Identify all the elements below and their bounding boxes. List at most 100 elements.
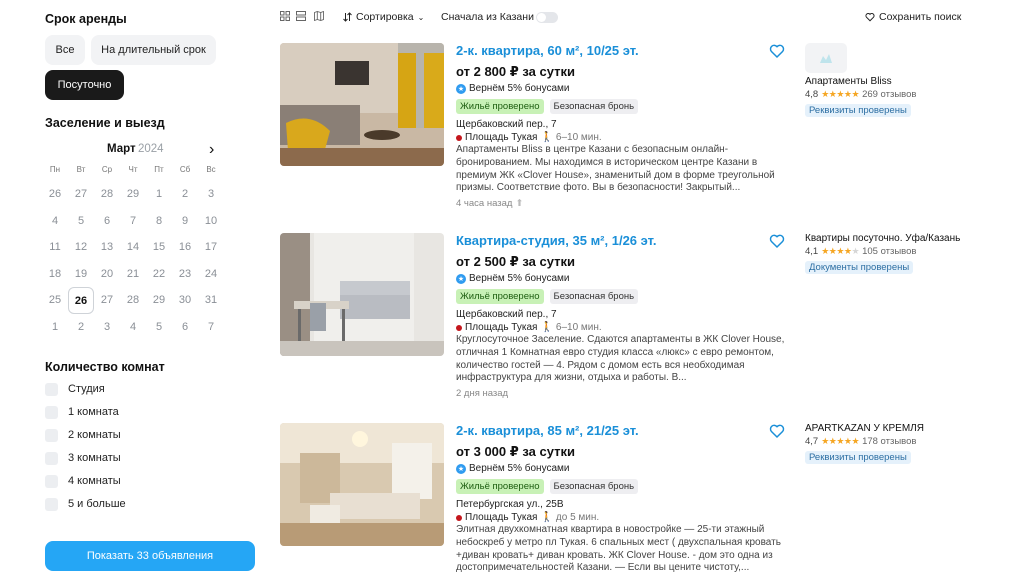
calendar-day[interactable]: 25 — [42, 287, 68, 314]
listing-price: от 2 500 ₽ за сутки — [456, 254, 576, 269]
kazan-first-toggle[interactable] — [536, 12, 558, 23]
listing-title[interactable]: Квартира-студия, 35 м², 1/26 эт. — [456, 233, 796, 249]
calendar-day[interactable]: 2 — [172, 181, 198, 208]
favorite-heart-icon[interactable] — [769, 43, 785, 59]
room-option-label: Студия — [68, 383, 105, 395]
metro-line-icon — [456, 324, 462, 331]
calendar-day[interactable]: 10 — [198, 208, 224, 235]
checkbox[interactable] — [45, 451, 58, 465]
calendar-day[interactable]: 16 — [172, 234, 198, 261]
seller-info[interactable]: APARTKAZAN У КРЕМЛЯ 4,7 ★★★★★ 178 отзыво… — [805, 423, 980, 465]
checkbox[interactable] — [45, 428, 58, 442]
calendar-day[interactable]: 28 — [94, 181, 120, 208]
favorite-heart-icon[interactable] — [769, 233, 785, 249]
reviews-count[interactable]: 269 отзывов — [862, 89, 916, 100]
calendar-day[interactable]: 5 — [146, 314, 172, 341]
list-view-icon[interactable] — [296, 11, 306, 21]
seller-name[interactable]: Квартиры посуточно. Уфа/Казань — [805, 233, 980, 245]
calendar-day[interactable]: 12 — [68, 234, 94, 261]
calendar-day[interactable]: 7 — [198, 314, 224, 341]
verified-housing-badge: Жильё проверено — [456, 479, 544, 494]
verified-housing-badge: Жильё проверено — [456, 289, 544, 304]
checkbox[interactable] — [45, 405, 58, 419]
listing-photo[interactable] — [280, 233, 444, 356]
sort-dropdown[interactable]: Сортировка ⌄ — [343, 11, 424, 23]
calendar-day[interactable]: 27 — [68, 181, 94, 208]
chevron-right-icon[interactable]: › — [209, 141, 214, 159]
listing-title[interactable]: 2-к. квартира, 60 м², 10/25 эт. — [456, 43, 796, 59]
checkbox[interactable] — [45, 382, 58, 396]
calendar-day[interactable]: 19 — [68, 261, 94, 288]
checkbox[interactable] — [45, 497, 58, 511]
room-option[interactable]: 5 и больше — [45, 496, 126, 512]
seller-name[interactable]: Апартаменты Bliss — [805, 76, 980, 88]
calendar-day[interactable]: 26 — [42, 181, 68, 208]
room-option-label: 3 комнаты — [68, 452, 121, 464]
reviews-count[interactable]: 178 отзывов — [862, 436, 916, 447]
calendar-day[interactable]: 24 — [198, 261, 224, 288]
favorite-heart-icon[interactable] — [769, 423, 785, 439]
calendar-day[interactable]: 3 — [94, 314, 120, 341]
listing-photo[interactable] — [280, 423, 444, 546]
calendar-day[interactable]: 28 — [120, 287, 146, 314]
listing-price: от 2 800 ₽ за сутки — [456, 64, 576, 79]
listing-title[interactable]: 2-к. квартира, 85 м², 21/25 эт. — [456, 423, 796, 439]
listing-card[interactable]: 2-к. квартира, 85 м², 21/25 эт. от 3 000… — [280, 423, 980, 576]
save-search-button[interactable]: Сохранить поиск — [865, 11, 961, 23]
calendar-day[interactable]: 15 — [146, 234, 172, 261]
room-option[interactable]: Студия — [45, 381, 105, 397]
calendar-day[interactable]: 2 — [68, 314, 94, 341]
listing-info: 2-к. квартира, 60 м², 10/25 эт. от 2 800… — [456, 43, 796, 209]
calendar-day[interactable]: 21 — [120, 261, 146, 288]
calendar-day[interactable]: 13 — [94, 234, 120, 261]
map-view-icon[interactable] — [314, 11, 324, 21]
seller-name[interactable]: APARTKAZAN У КРЕМЛЯ — [805, 423, 980, 435]
calendar-day[interactable]: 22 — [146, 261, 172, 288]
calendar-day[interactable]: 29 — [146, 287, 172, 314]
calendar-day[interactable]: 3 — [198, 181, 224, 208]
seller-info[interactable]: Апартаменты Bliss 4,8 ★★★★★ 269 отзывов … — [805, 43, 980, 118]
calendar-day[interactable]: 9 — [172, 208, 198, 235]
lease-long-term-chip[interactable]: На длительный срок — [91, 35, 216, 65]
calendar-day[interactable]: 11 — [42, 234, 68, 261]
grid-view-icon[interactable] — [280, 11, 290, 21]
heart-outline-icon — [865, 12, 875, 22]
calendar-day[interactable]: 4 — [120, 314, 146, 341]
calendar-day[interactable]: 23 — [172, 261, 198, 288]
calendar-day[interactable]: 30 — [172, 287, 198, 314]
listing-card[interactable]: 2-к. квартира, 60 м², 10/25 эт. от 2 800… — [280, 43, 980, 223]
calendar-weekday: Чт — [128, 165, 138, 174]
room-option[interactable]: 4 комнаты — [45, 473, 121, 489]
lease-all-chip[interactable]: Все — [45, 35, 85, 65]
calendar-day[interactable]: 6 — [94, 208, 120, 235]
calendar-grid: Пн Вт Ср Чт Пт Сб Вс 26 27 28 29 1 2 3 4 5 6 7 8 9 10 11 12 13 1… — [42, 164, 224, 340]
lease-daily-chip[interactable]: Посуточно — [45, 70, 124, 100]
calendar-day[interactable]: 14 — [120, 234, 146, 261]
show-results-button[interactable]: Показать 33 объявления — [45, 541, 255, 571]
reviews-count[interactable]: 105 отзывов — [862, 246, 916, 257]
listing-photo[interactable] — [280, 43, 444, 166]
calendar-day[interactable]: 17 — [198, 234, 224, 261]
calendar-day[interactable]: 8 — [146, 208, 172, 235]
calendar-weekday: Пт — [154, 165, 164, 174]
calendar-day[interactable]: 1 — [146, 181, 172, 208]
room-option[interactable]: 2 комнаты — [45, 427, 121, 443]
listing-card[interactable]: Квартира-студия, 35 м², 1/26 эт. от 2 50… — [280, 233, 980, 413]
seller-info[interactable]: Квартиры посуточно. Уфа/Казань 4,1 ★★★★★… — [805, 233, 980, 275]
calendar-day[interactable]: 7 — [120, 208, 146, 235]
seller-verified-badge: Реквизиты проверены — [805, 104, 911, 117]
calendar-day[interactable]: 6 — [172, 314, 198, 341]
calendar-day[interactable]: 5 — [68, 208, 94, 235]
checkbox[interactable] — [45, 474, 58, 488]
calendar-day[interactable]: 1 — [42, 314, 68, 341]
calendar-day[interactable]: 18 — [42, 261, 68, 288]
safe-booking-badge: Безопасная бронь — [549, 479, 639, 494]
calendar-day-today[interactable]: 26 — [68, 287, 94, 314]
calendar-day[interactable]: 4 — [42, 208, 68, 235]
room-option[interactable]: 1 комната — [45, 404, 119, 420]
room-option[interactable]: 3 комнаты — [45, 450, 121, 466]
calendar-day[interactable]: 29 — [120, 181, 146, 208]
calendar-day[interactable]: 31 — [198, 287, 224, 314]
calendar-day[interactable]: 27 — [94, 287, 120, 314]
calendar-day[interactable]: 20 — [94, 261, 120, 288]
